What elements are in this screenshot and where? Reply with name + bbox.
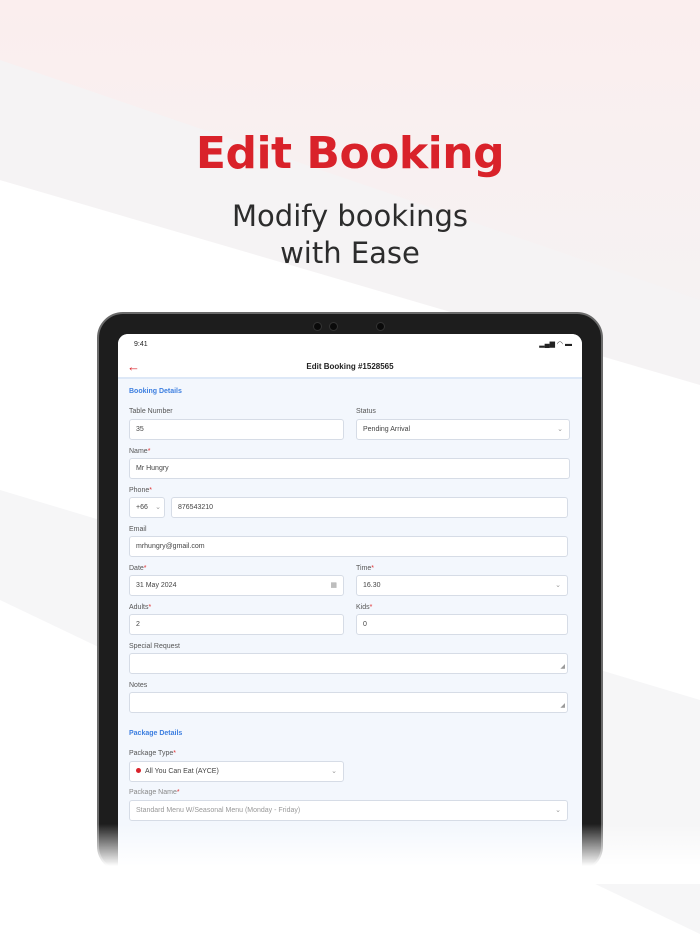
camera-icon (313, 322, 322, 331)
phone-code-value: +66 (136, 504, 148, 511)
status-select[interactable]: Pending Arrival ⌄ (356, 419, 570, 440)
label-status: Status (356, 408, 376, 415)
package-name-value: Standard Menu W/Seasonal Menu (Monday - … (136, 807, 301, 814)
camera-icon (376, 322, 385, 331)
label-text: Time (356, 565, 372, 572)
required-mark: * (143, 565, 147, 572)
signal-wifi-battery-icon: ▂▄▆ ◠ ▬ (539, 341, 572, 348)
kids-input[interactable]: 0 (356, 614, 568, 635)
adults-input[interactable]: 2 (129, 614, 344, 635)
subtitle-line-1: Modify bookings (232, 199, 468, 233)
chevron-down-icon: ⌄ (155, 504, 161, 511)
time-select[interactable]: 16.30 ⌄ (356, 575, 568, 596)
calendar-icon[interactable]: ▦ (330, 581, 337, 589)
resize-handle-icon[interactable]: ◢ (560, 663, 565, 670)
label-adults: Adults* (129, 604, 151, 611)
table-number-input[interactable]: 35 (129, 419, 344, 440)
subtitle-line-2: with Ease (280, 236, 420, 270)
required-mark: * (148, 604, 152, 611)
phone-input[interactable]: 876543210 (171, 497, 568, 518)
adults-value: 2 (136, 621, 140, 628)
email-value: mrhungry@gmail.com (136, 543, 205, 550)
label-name: Name* (129, 448, 150, 455)
kids-value: 0 (363, 621, 367, 628)
name-input[interactable]: Mr Hungry (129, 458, 570, 479)
notes-textarea[interactable]: ◢ (129, 692, 568, 713)
label-text: Phone (129, 487, 150, 494)
required-mark: * (371, 565, 375, 572)
status-bar: 9:41 ▂▄▆ ◠ ▬ (118, 334, 582, 356)
resize-handle-icon[interactable]: ◢ (560, 702, 565, 709)
package-type-value: All You Can Eat (AYCE) (145, 768, 219, 775)
section-package-details: Package Details (129, 730, 183, 737)
camera-icon (329, 322, 338, 331)
phone-value: 876543210 (178, 504, 214, 511)
required-mark: * (149, 487, 152, 494)
label-text: Kids (356, 604, 370, 611)
label-package-type: Package Type* (129, 750, 176, 757)
section-booking-details: Booking Details (129, 388, 182, 395)
label-text: Date (129, 565, 144, 572)
label-date: Date* (129, 565, 147, 572)
chevron-down-icon: ⌄ (331, 768, 337, 775)
package-name-select[interactable]: Standard Menu W/Seasonal Menu (Monday - … (129, 800, 568, 821)
phone-code-select[interactable]: +66 ⌄ (129, 497, 165, 518)
page-title: Edit Booking #1528565 (306, 362, 394, 371)
name-value: Mr Hungry (136, 465, 169, 472)
special-request-textarea[interactable]: ◢ (129, 653, 568, 674)
chevron-down-icon: ⌄ (557, 426, 563, 433)
promo-subtitle: Modify bookings with Ease (0, 198, 700, 272)
label-phone: Phone* (129, 487, 152, 494)
package-type-select[interactable]: All You Can Eat (AYCE) ⌄ (129, 761, 344, 782)
promo-title: Edit Booking (195, 128, 505, 179)
nav-bar: ← Edit Booking #1528565 (118, 356, 582, 379)
label-kids: Kids* (356, 604, 372, 611)
chevron-down-icon: ⌄ (555, 582, 561, 589)
time-value: 16.30 (363, 582, 381, 589)
red-dot-icon (136, 768, 141, 773)
label-package-name: Package Name* (129, 789, 180, 796)
email-input[interactable]: mrhungry@gmail.com (129, 536, 568, 557)
label-time: Time* (356, 565, 374, 572)
required-mark: * (369, 604, 373, 611)
required-mark: * (176, 789, 180, 796)
label-email: Email (129, 526, 147, 533)
date-value: 31 May 2024 (136, 582, 177, 589)
label-table-number: Table Number (129, 408, 173, 415)
status-time: 9:41 (134, 341, 148, 348)
date-input[interactable]: 31 May 2024 ▦ (129, 575, 344, 596)
app-screen: 9:41 ▂▄▆ ◠ ▬ ← Edit Booking #1528565 Boo… (118, 334, 582, 874)
label-special-request: Special Request (129, 643, 180, 650)
label-text: Name (129, 448, 148, 455)
required-mark: * (147, 448, 151, 455)
label-text: Adults (129, 604, 149, 611)
table-number-value: 35 (136, 426, 144, 433)
label-notes: Notes (129, 682, 148, 689)
label-text: Package Name (129, 789, 177, 796)
chevron-down-icon: ⌄ (555, 807, 561, 814)
required-mark: * (173, 750, 176, 757)
label-text: Package Type (129, 750, 174, 757)
status-value: Pending Arrival (363, 426, 411, 433)
